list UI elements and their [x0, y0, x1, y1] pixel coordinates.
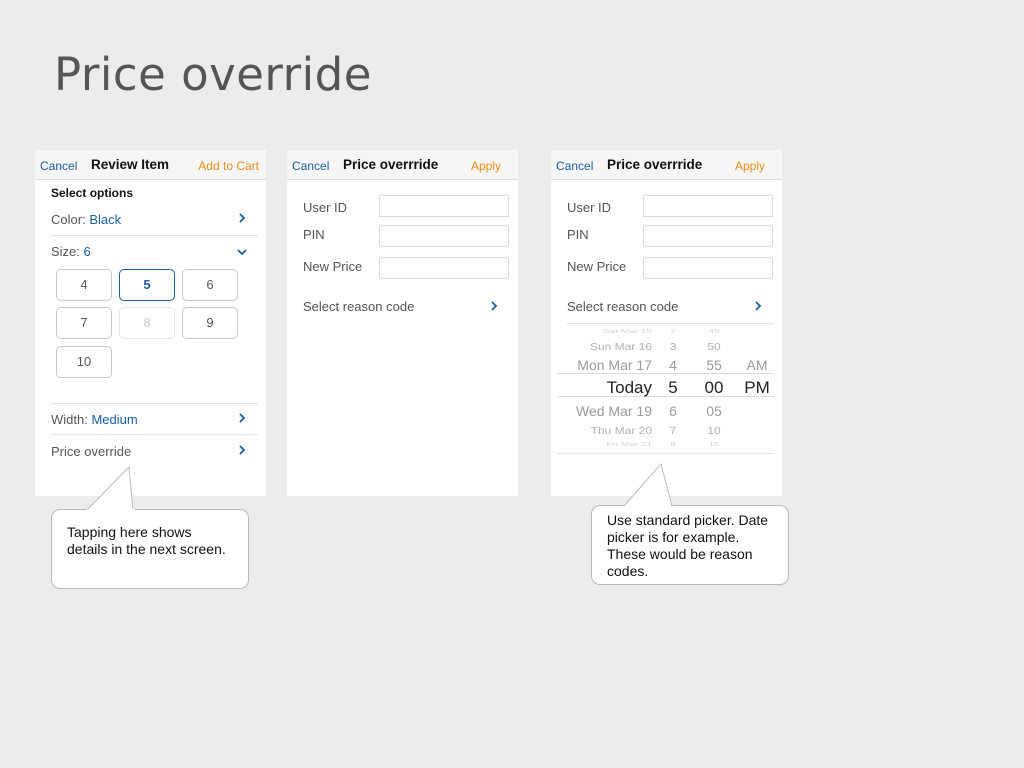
callout-joint [625, 505, 671, 508]
reason-code-picker[interactable]: Sat Mar 15 2 45 Sun Mar 16 3 50 Mon Mar 17 4 5… [557, 326, 774, 454]
cancel-button[interactable]: Cancel [292, 159, 329, 173]
price-override-screen: Cancel Price overrride Apply User ID PIN… [287, 150, 518, 496]
price-override-row[interactable]: Price override [51, 436, 258, 468]
navbar: Cancel Price overrride Apply [551, 150, 782, 180]
price-override-label: Price override [51, 444, 132, 459]
chevron-right-icon [754, 300, 762, 312]
size-option-row[interactable]: Size: 6 [51, 236, 258, 268]
callout-joint [87, 509, 135, 512]
picker-row-selected[interactable]: Today 5 00 PM [557, 378, 774, 398]
picker-row[interactable]: Fri Mar 21 8 15 [557, 442, 774, 453]
add-to-cart-button[interactable]: Add to Cart [198, 159, 259, 173]
size-button[interactable]: 6 [182, 269, 238, 301]
navbar: Cancel Price overrride Apply [287, 150, 518, 180]
size-button[interactable]: 9 [182, 307, 238, 339]
pin-input[interactable] [379, 225, 509, 247]
annotation-callout-right: Use standard picker. Date picker is for … [591, 505, 789, 585]
chevron-right-icon [238, 412, 246, 424]
color-label: Color: [51, 212, 86, 227]
size-value: 6 [83, 244, 91, 259]
navbar: Cancel Review Item Add to Cart [35, 150, 266, 180]
size-label: Size: [51, 244, 80, 259]
color-option-row[interactable]: Color: Black [51, 204, 258, 236]
reason-code-row[interactable]: Select reason code [567, 292, 774, 324]
size-button[interactable]: 4 [56, 269, 112, 301]
size-button-selected[interactable]: 5 [119, 269, 175, 301]
size-button-disabled: 8 [119, 307, 175, 339]
reason-code-row[interactable]: Select reason code [303, 292, 510, 324]
size-grid: 4 5 6 7 8 9 10 [56, 269, 246, 389]
nav-title: Review Item [91, 157, 170, 172]
review-item-screen: Cancel Review Item Add to Cart Select op… [35, 150, 266, 496]
size-button[interactable]: 10 [56, 346, 112, 378]
new-price-label: New Price [567, 259, 627, 274]
cancel-button[interactable]: Cancel [556, 159, 593, 173]
picker-row[interactable]: Sun Mar 16 3 50 [557, 341, 774, 358]
picker-row[interactable]: Wed Mar 19 6 05 [557, 403, 774, 423]
new-price-input[interactable] [379, 257, 509, 279]
picker-row[interactable]: Mon Mar 17 4 55 AM [557, 357, 774, 377]
price-override-picker-screen: Cancel Price overrride Apply User ID PIN… [551, 150, 782, 496]
chevron-down-icon [236, 248, 248, 256]
nav-title: Price overrride [607, 157, 703, 172]
user-id-input[interactable] [643, 195, 773, 217]
width-label: Width: [51, 412, 88, 427]
reason-code-label: Select reason code [303, 299, 415, 314]
pin-label: PIN [567, 227, 589, 242]
chevron-right-icon [490, 300, 498, 312]
apply-button[interactable]: Apply [471, 159, 501, 173]
chevron-right-icon [238, 444, 246, 456]
color-value: Black [89, 212, 122, 227]
width-option-row[interactable]: Width: Medium [51, 403, 258, 435]
reason-code-label: Select reason code [567, 299, 679, 314]
new-price-label: New Price [303, 259, 363, 274]
user-id-input[interactable] [379, 195, 509, 217]
pin-input[interactable] [643, 225, 773, 247]
pin-label: PIN [303, 227, 325, 242]
slide-title: Price override [54, 48, 372, 101]
callout-pointer [623, 462, 673, 507]
cancel-button[interactable]: Cancel [40, 159, 77, 173]
nav-title: Price overrride [343, 157, 439, 172]
apply-button[interactable]: Apply [735, 159, 765, 173]
chevron-right-icon [238, 212, 246, 224]
size-button[interactable]: 7 [56, 307, 112, 339]
width-value: Medium [91, 412, 138, 427]
user-id-label: User ID [567, 200, 612, 215]
section-header: Select options [51, 186, 134, 200]
picker-row[interactable]: Thu Mar 20 7 10 [557, 425, 774, 442]
callout-pointer [85, 465, 134, 512]
user-id-label: User ID [303, 200, 348, 215]
new-price-input[interactable] [643, 257, 773, 279]
annotation-callout-left: Tapping here shows details in the next s… [51, 509, 249, 589]
picker-row[interactable]: Sat Mar 15 2 45 [557, 329, 774, 340]
